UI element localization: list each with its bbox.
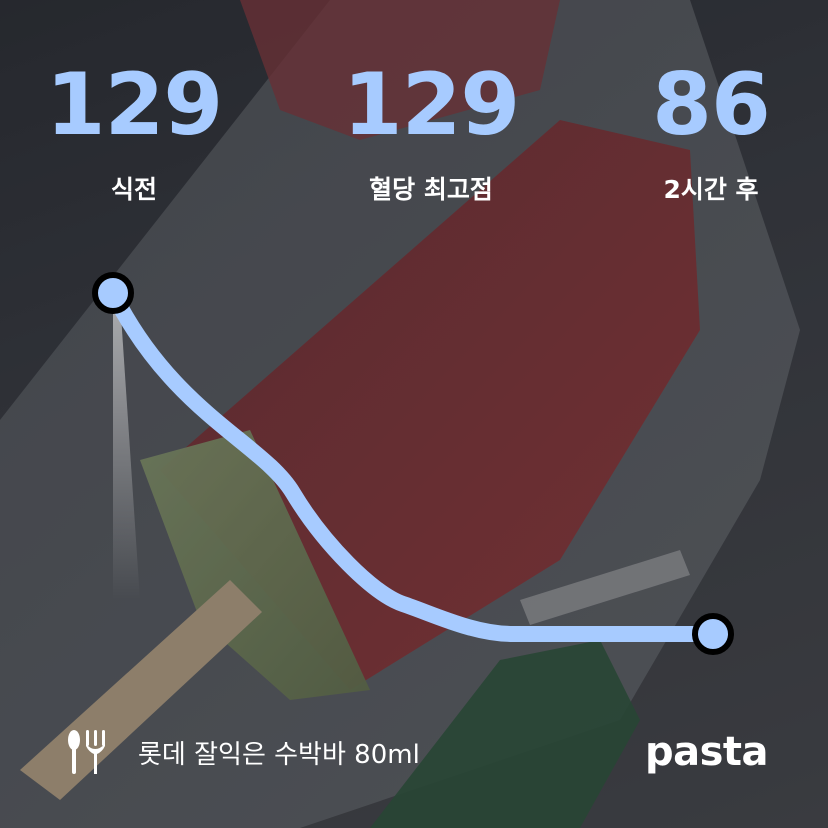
footer: 롯데 잘익은 수박바 80ml pasta [64, 724, 769, 780]
end-point [692, 613, 734, 655]
brand-logo: pasta [644, 729, 769, 775]
glucose-line-chart [92, 272, 734, 655]
glucose-card: 129 식전 129 혈당 최고점 86 2시간 후 롯데 잘익은 수박바 80… [0, 0, 828, 828]
fork-knife-icon [68, 730, 105, 774]
glucose-line [105, 285, 721, 642]
food-name: 롯데 잘익은 수박바 80ml [138, 739, 420, 770]
start-point [92, 272, 134, 314]
